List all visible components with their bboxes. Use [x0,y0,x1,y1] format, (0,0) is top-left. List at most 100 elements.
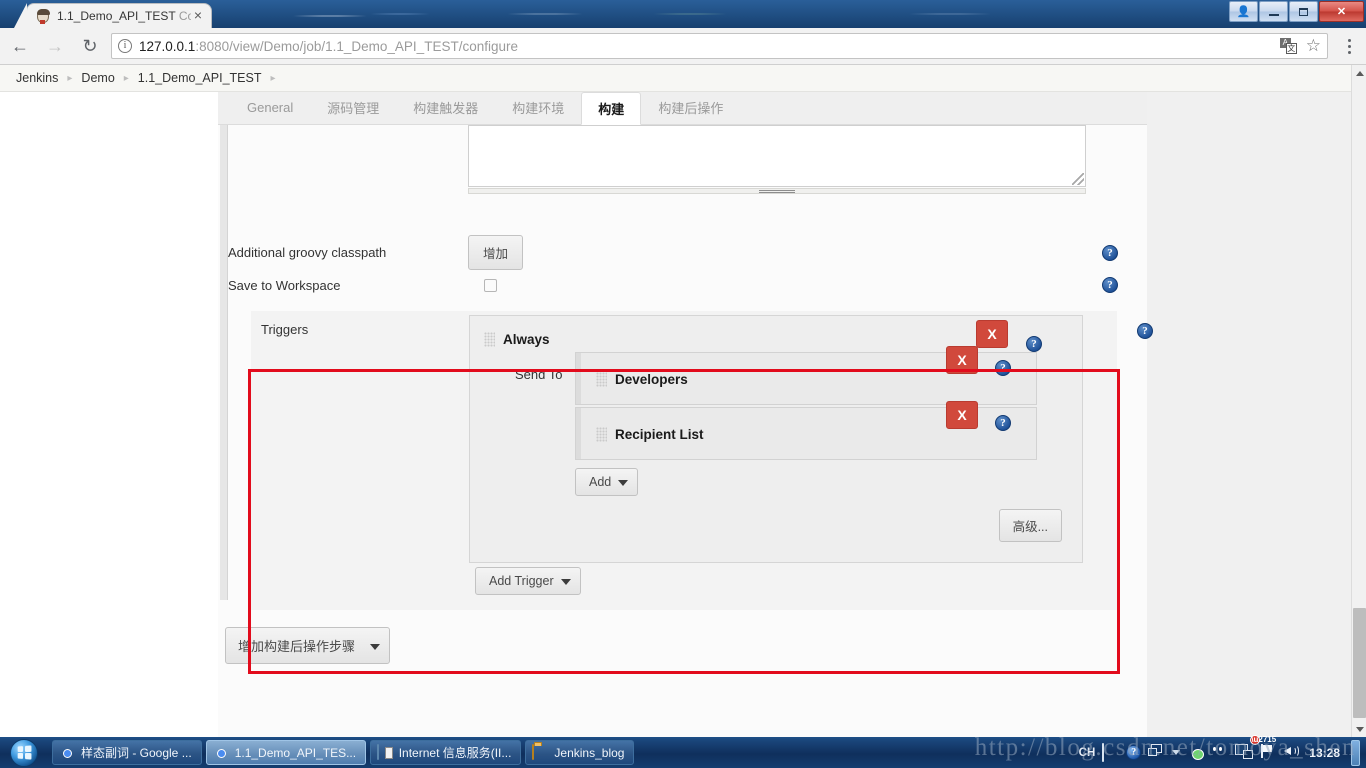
help-icon[interactable]: ? [1026,336,1042,352]
triggers-label: Triggers [261,322,309,337]
breadcrumb-item-job[interactable]: 1.1_Demo_API_TEST [138,71,262,85]
restore-button[interactable] [1289,1,1318,22]
input-method-indicator[interactable]: CH [1079,747,1096,759]
scrollbar-thumb[interactable] [1353,608,1366,718]
breadcrumb-item-jenkins[interactable]: Jenkins [16,71,58,85]
taskbar-item-jenkins-blog[interactable]: Jenkins_blog [525,740,635,765]
tab-build[interactable]: 构建 [581,92,642,125]
groovy-script-textarea[interactable] [468,125,1086,187]
reload-button[interactable]: ↻ [75,31,105,61]
page-scrollbar[interactable] [1351,65,1366,737]
drag-handle-icon[interactable] [484,332,495,347]
save-to-workspace-checkbox[interactable] [484,278,497,292]
recipient-list-row: Recipient List X ? [575,401,1037,460]
remove-recipient-button[interactable]: X [946,401,978,429]
tab-build-triggers[interactable]: 构建触发器 [396,91,495,124]
taskbar-item-label: Internet 信息服务(II... [398,746,512,760]
add-recipient-button[interactable]: Add [575,468,639,496]
close-tab-icon[interactable]: × [191,8,205,23]
advanced-button[interactable]: 高级... [998,509,1062,542]
start-button[interactable] [0,738,48,768]
taskbar-item-label: 样态副词 - Google ... [81,746,192,760]
translate-icon[interactable]: A 文 [1279,38,1297,54]
taskbar-item-iis[interactable]: Internet 信息服务(II... [369,740,522,765]
browser-tab-title: 1.1_Demo_API_TEST Co [57,8,191,23]
qq-icon[interactable] [1211,744,1228,761]
forward-button[interactable]: → [40,31,70,61]
recipient-developers-header: Developers [596,372,688,387]
scroll-down-icon[interactable] [1352,721,1366,737]
recipient-list-header: Recipient List [596,427,704,442]
window-titlebar: 1.1_Demo_API_TEST Co × 👤 ✕ [0,0,1366,28]
address-bar[interactable]: i 127.0.0.1:8080/view/Demo/job/1.1_Demo_… [111,33,1328,59]
folder-icon [532,743,548,761]
textarea-resize-handle-icon[interactable] [1072,173,1084,185]
add-classpath-button[interactable]: 增加 [468,235,524,270]
clock[interactable]: 13:28 [1309,746,1340,760]
chrome-tabstrip: 1.1_Demo_API_TEST Co × [0,0,1366,28]
drag-handle-icon[interactable] [596,372,607,387]
additional-groovy-classpath-label: Additional groovy classpath [228,245,387,260]
tab-general[interactable]: General [230,91,310,124]
add-trigger-button[interactable]: Add Trigger [475,567,581,595]
wechat-icon[interactable] [1187,744,1204,761]
recipient-developers-row: Developers X ? [575,346,1037,405]
browser-tab[interactable]: 1.1_Demo_API_TEST Co × [14,3,212,28]
show-desktop-button[interactable] [1351,739,1360,766]
address-bar-url: 127.0.0.1:8080/view/Demo/job/1.1_Demo_AP… [139,38,518,54]
remove-trigger-button[interactable]: X [976,320,1008,348]
chrome-menu-icon[interactable] [1336,38,1362,54]
job-config-panel: General 源码管理 构建触发器 构建环境 构建 构建后操作 Additio… [218,92,1153,737]
config-tabbar: General 源码管理 构建触发器 构建环境 构建 构建后操作 [218,92,1147,125]
config-form: Additional groovy classpath 增加 ? Save to… [218,125,1153,737]
ime-toolbar-icon[interactable] [1148,744,1165,761]
row-additional-groovy-classpath: Additional groovy classpath 增加 ? [228,235,1118,270]
add-post-build-step-button[interactable]: 增加构建后操作步骤 [225,627,391,664]
back-button[interactable]: ← [5,31,35,61]
system-tray: CH ? \u2715 13:28 [1079,735,1366,768]
help-icon[interactable]: ? [1137,323,1153,339]
user-profile-button[interactable]: 👤 [1229,1,1258,22]
show-hidden-icons-icon[interactable] [1172,750,1181,755]
tab-build-environment[interactable]: 构建环境 [495,91,581,124]
person-icon: 👤 [1236,6,1251,18]
help-icon[interactable]: ? [995,415,1011,431]
ime-help-icon[interactable]: ? [1126,745,1142,760]
breadcrumb-separator-icon: ▸ [270,72,276,84]
scroll-up-icon[interactable] [1352,65,1366,81]
breadcrumb-item-demo[interactable]: Demo [81,71,114,85]
close-window-button[interactable]: ✕ [1319,1,1364,22]
iis-icon [376,743,393,761]
textarea-drag-bar[interactable] [468,188,1086,194]
taskbar-item-chrome-1[interactable]: 样态副词 - Google ... [52,740,202,765]
action-center-flag-icon[interactable]: \u2715 [1250,735,1276,761]
windows-logo-icon [10,738,38,767]
trigger-name: Always [503,332,550,347]
taskbar-item-label: Jenkins_blog [554,745,625,760]
send-to-label: Send To [515,367,563,382]
volume-icon[interactable] [1283,744,1300,761]
bookmark-star-icon[interactable]: ☆ [1306,36,1321,56]
chrome-icon [213,745,229,761]
help-icon[interactable]: ? [1102,244,1118,261]
chrome-icon [59,745,75,761]
restore-icon [1299,7,1308,16]
drag-handle-icon[interactable] [596,427,607,442]
help-icon[interactable]: ? [995,360,1011,376]
windows-taskbar: 样态副词 - Google ... 1.1_Demo_API_TES... In… [0,735,1366,768]
entry-rail [576,353,581,404]
network-icon[interactable] [1235,744,1252,761]
triggers-section: Triggers Always X ? Send To Developers X… [251,311,1153,610]
tab-post-build-actions[interactable]: 构建后操作 [641,91,740,124]
minimize-button[interactable] [1259,1,1288,22]
tab-source-code-management[interactable]: 源码管理 [310,91,396,124]
breadcrumb-separator-icon: ▸ [123,72,129,84]
recipient-name: Recipient List [615,427,704,442]
taskbar-item-chrome-2[interactable]: 1.1_Demo_API_TES... [205,740,366,765]
taskbar-item-label: 1.1_Demo_API_TES... [234,745,357,760]
keyboard-icon[interactable] [1102,743,1119,762]
help-icon[interactable]: ? [1102,277,1118,293]
trigger-always-header: Always [484,332,550,347]
site-info-icon[interactable]: i [118,39,132,53]
remove-recipient-button[interactable]: X [946,346,978,374]
